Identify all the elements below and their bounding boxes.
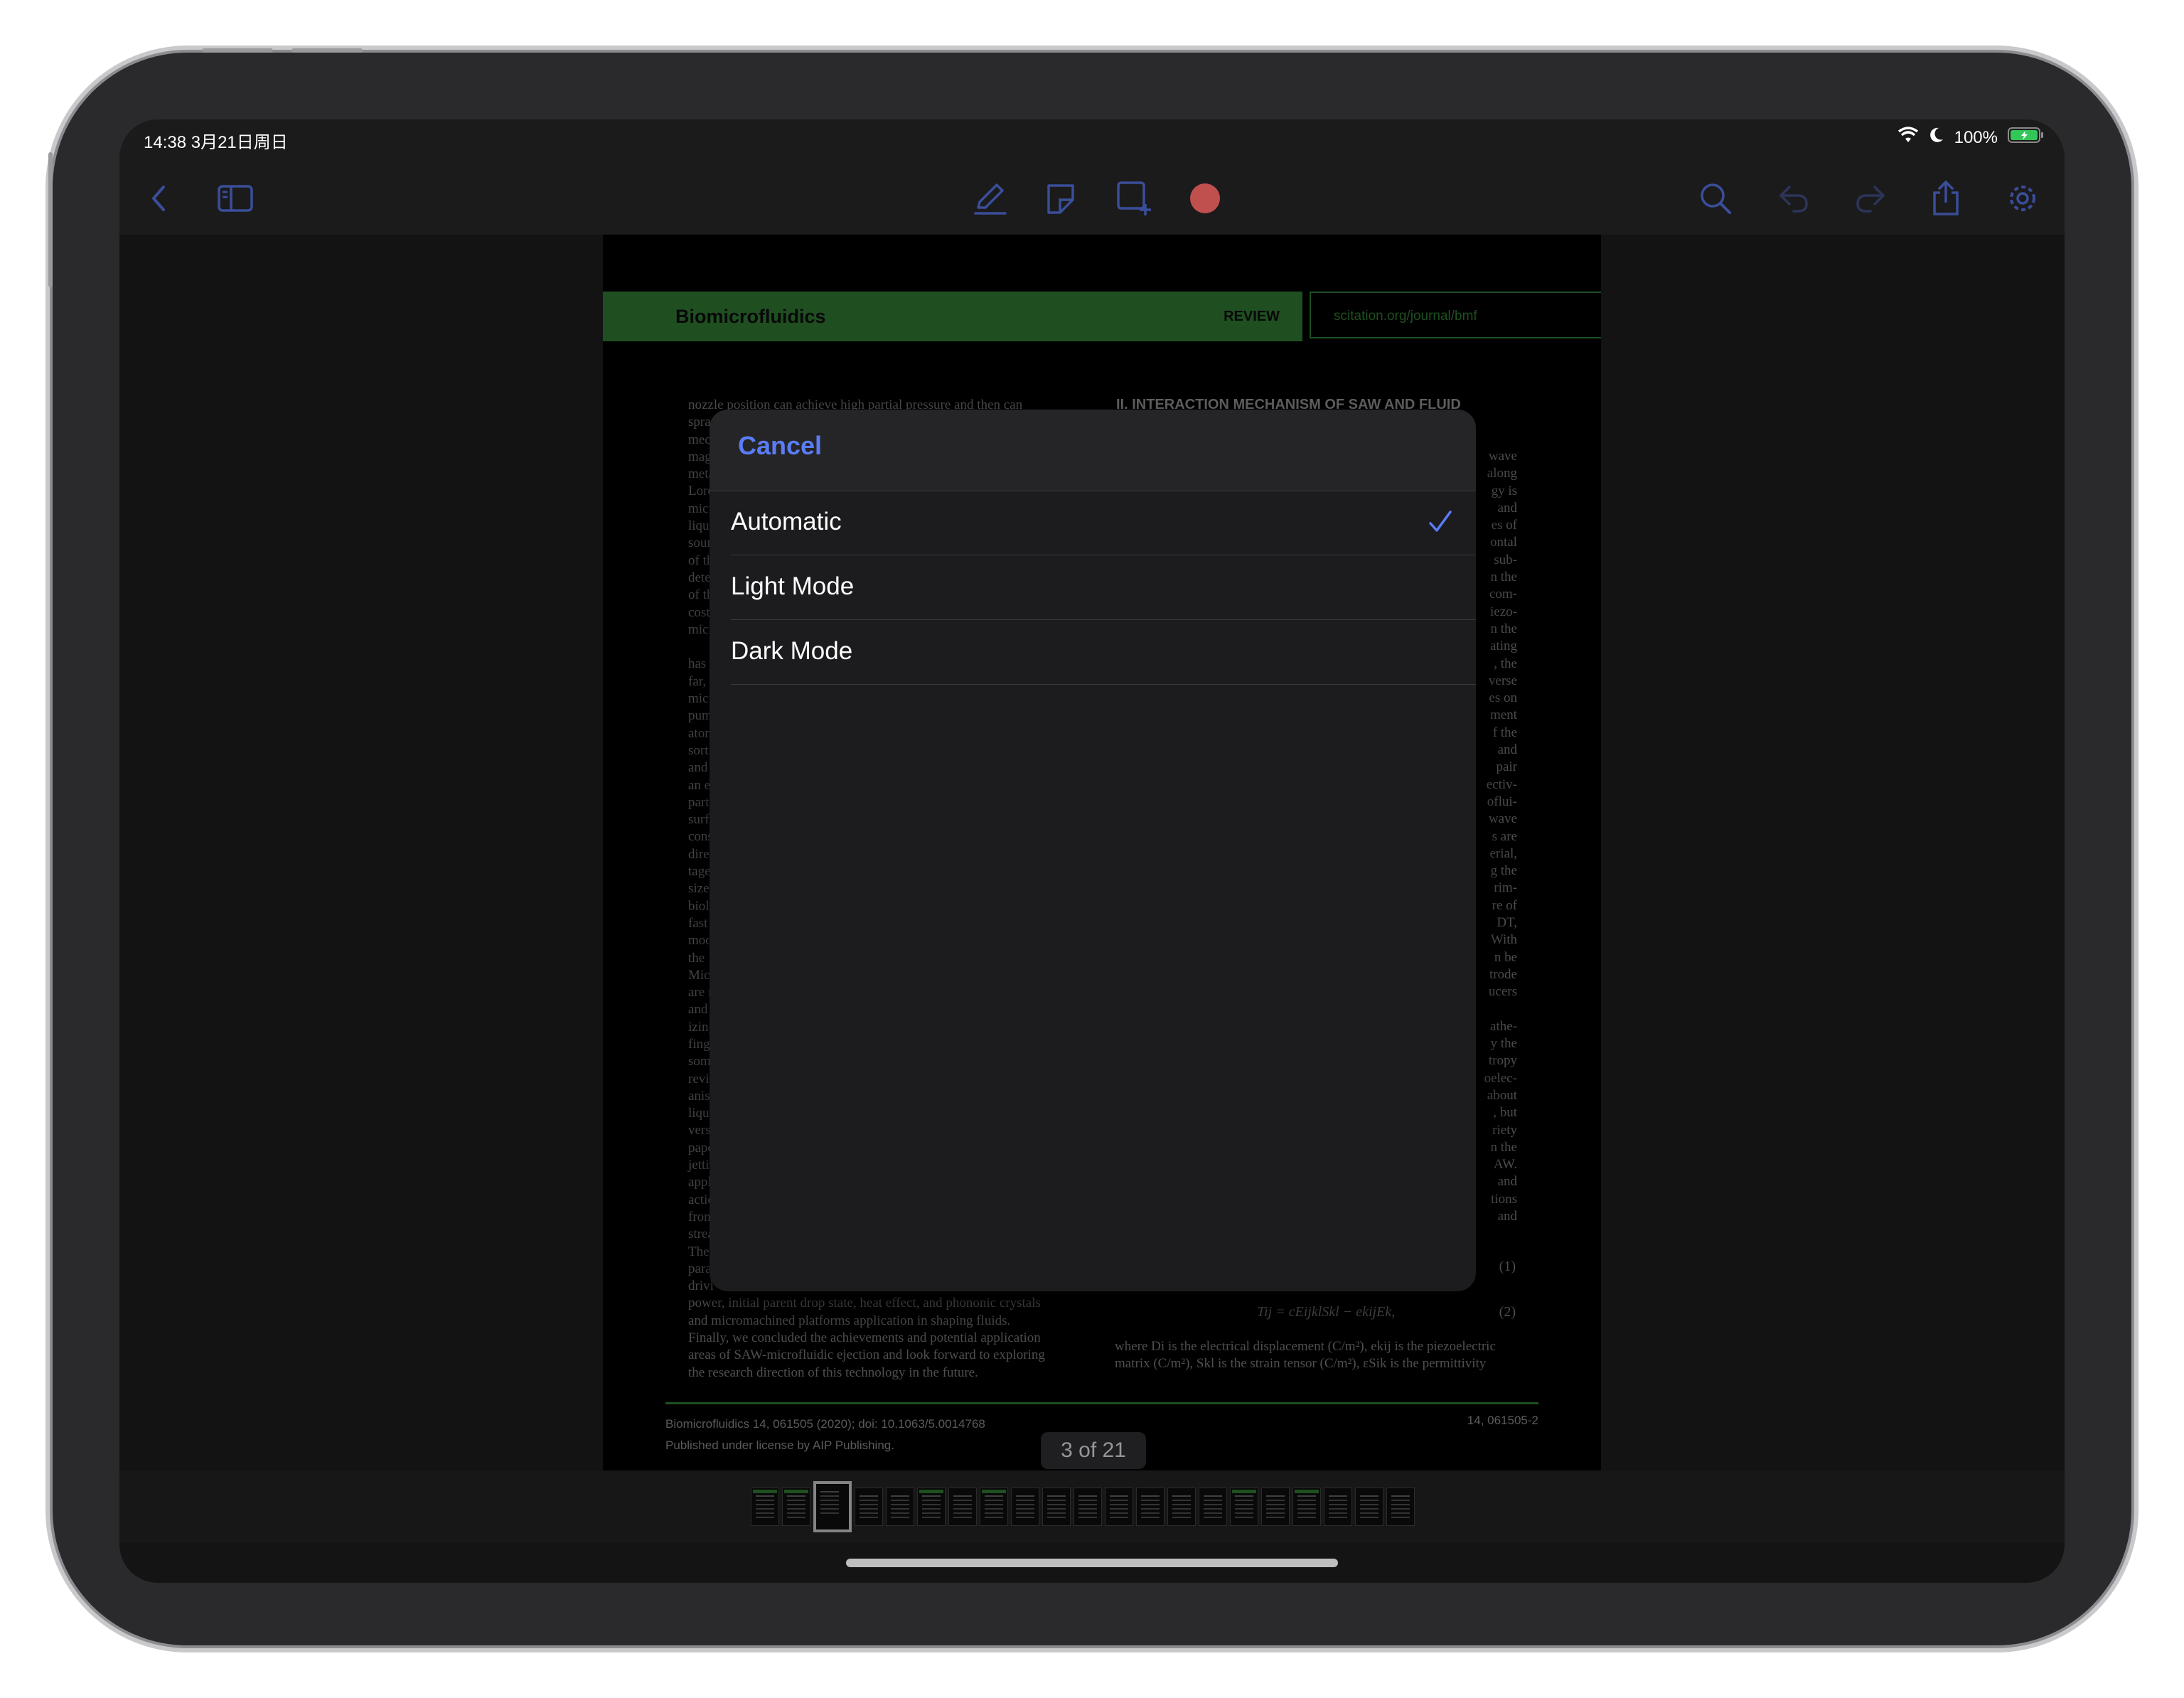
sheet-header: Cancel — [710, 410, 1476, 491]
option-automatic[interactable]: Automatic — [731, 491, 1476, 555]
cancel-button[interactable]: Cancel — [738, 431, 822, 461]
share-icon[interactable] — [1927, 179, 1965, 218]
sidebar-icon[interactable] — [216, 179, 255, 218]
search-icon[interactable] — [1696, 179, 1735, 218]
status-time-date: 14:38 3月21日周日 — [144, 133, 288, 152]
redo-icon[interactable] — [1851, 179, 1890, 218]
option-light-mode[interactable]: Light Mode — [731, 555, 1476, 620]
wifi-icon — [1897, 127, 1919, 149]
battery-percentage: 100% — [1954, 127, 1998, 147]
screen: 14:38 3月21日周日 100% Biomicrofluidics REVI… — [119, 119, 2065, 1583]
back-chevron-icon[interactable] — [139, 179, 178, 218]
moon-icon — [1929, 127, 1944, 149]
volume-down-button — [291, 48, 363, 53]
volume-up-button — [202, 48, 273, 53]
battery-charging-icon — [2008, 127, 2045, 149]
add-shape-icon[interactable] — [1115, 179, 1153, 218]
appearance-sheet: Cancel Automatic Light Mode Dark Mode — [710, 410, 1476, 1291]
option-label: Automatic — [731, 508, 842, 535]
toolbar — [119, 161, 2065, 235]
status-bar: 14:38 3月21日周日 100% — [119, 119, 2065, 161]
option-label: Dark Mode — [731, 637, 853, 665]
undo-icon[interactable] — [1774, 179, 1813, 218]
gear-icon[interactable] — [2003, 179, 2042, 218]
option-dark-mode[interactable]: Dark Mode — [731, 620, 1476, 685]
appearance-option-list: Automatic Light Mode Dark Mode — [710, 491, 1476, 685]
option-label: Light Mode — [731, 572, 855, 600]
top-button — [48, 152, 53, 287]
pencil-icon[interactable] — [971, 179, 1010, 218]
eraser-icon[interactable] — [1042, 179, 1081, 218]
checkmark-icon — [1428, 509, 1453, 538]
record-icon[interactable] — [1186, 179, 1224, 218]
